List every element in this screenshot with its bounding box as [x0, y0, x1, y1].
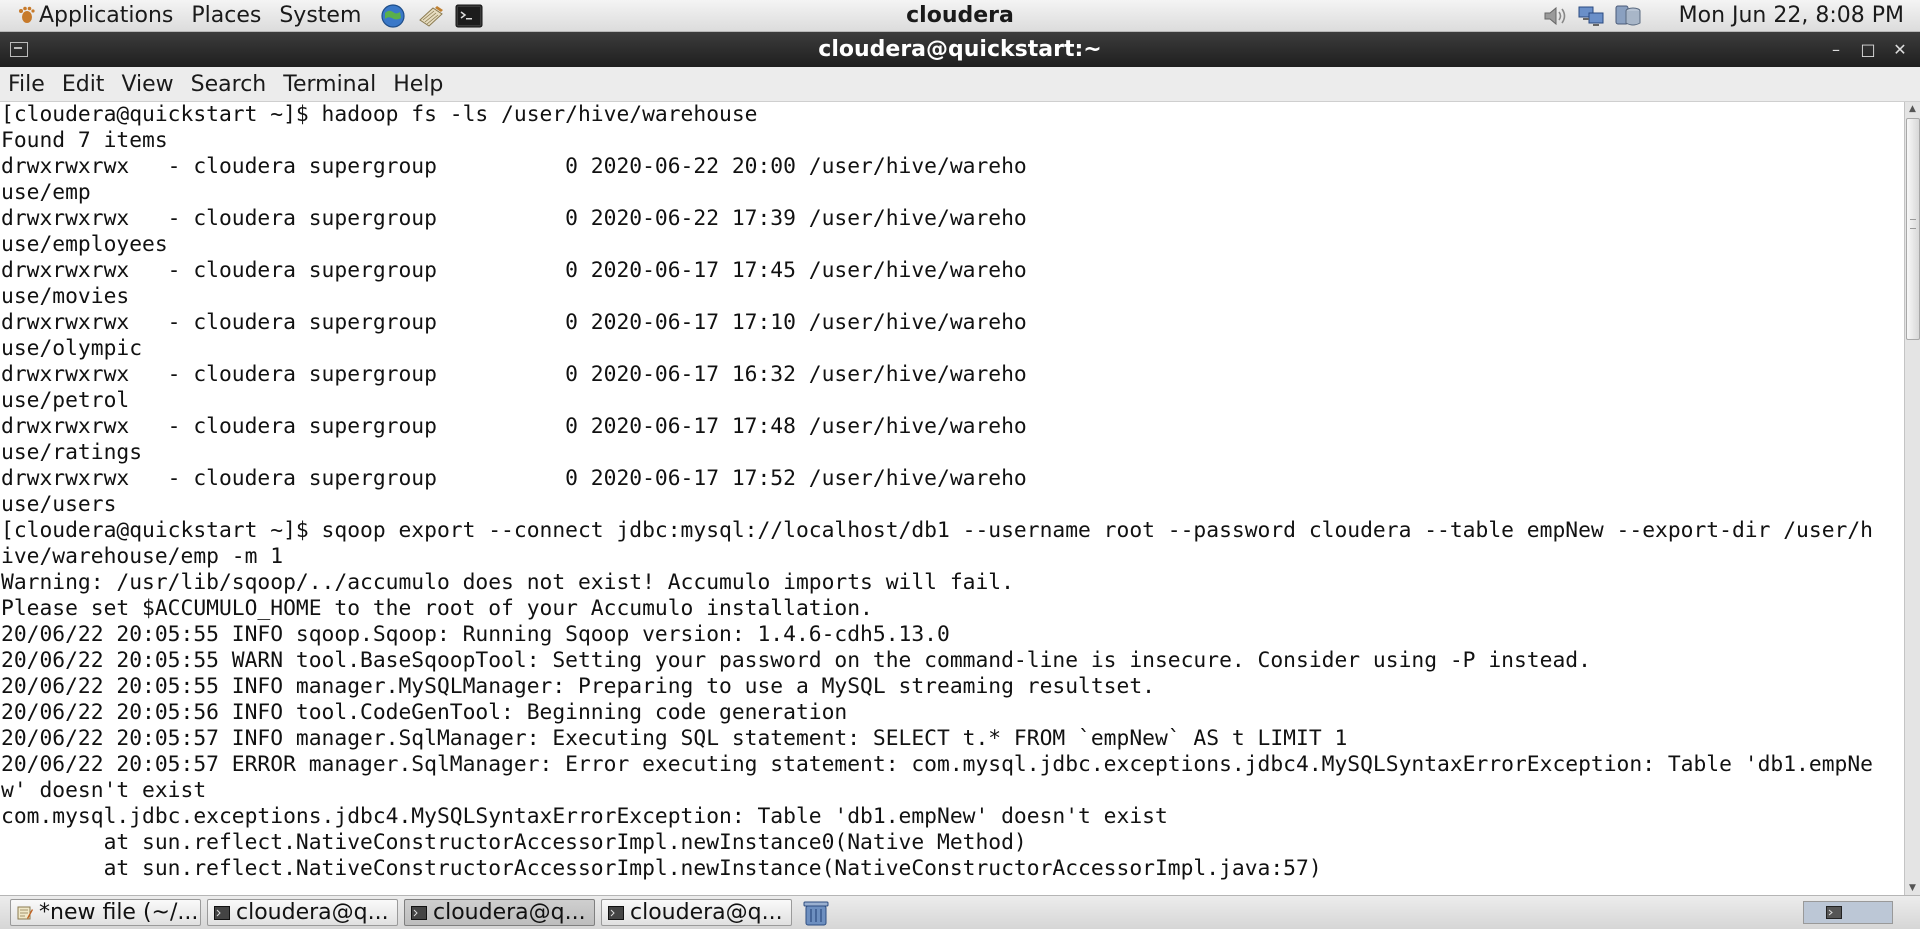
applications-menu[interactable]: Applications: [8, 0, 182, 31]
menu-edit[interactable]: Edit: [54, 72, 114, 97]
network-status[interactable]: [1577, 3, 1607, 29]
terminal-menubar: File Edit View Search Terminal Help: [0, 67, 1920, 102]
text-editor-icon: [419, 5, 444, 27]
task-label: *new file (~/...: [39, 900, 199, 925]
network-icon: [1578, 6, 1604, 26]
menu-help[interactable]: Help: [385, 72, 452, 97]
text-editor-icon: [17, 906, 33, 919]
terminal-line: 20/06/22 20:05:55 INFO sqoop.Sqoop: Runn…: [1, 622, 950, 647]
web-browser-icon: [381, 3, 405, 28]
window-title: cloudera@quickstart:~: [818, 37, 1102, 62]
terminal-line: [cloudera@quickstart ~]$ sqoop export --…: [1, 518, 1873, 543]
terminal-scrollbar[interactable]: ▲ ▼: [1904, 102, 1920, 895]
menu-terminal[interactable]: Terminal: [275, 72, 385, 97]
volume-icon: [1544, 6, 1565, 25]
terminal-line: 20/06/22 20:05:55 WARN tool.BaseSqoopToo…: [1, 648, 1591, 673]
panel-menus: Applications Places System: [8, 0, 484, 31]
terminal-line: use/petrol: [1, 388, 130, 413]
terminal-line: Warning: /usr/lib/sqoop/../accumulo does…: [1, 570, 1014, 595]
task-label: cloudera@q...: [630, 900, 783, 925]
terminal-line: ive/warehouse/emp -m 1: [1, 544, 284, 569]
top-panel: Applications Places System cloudera Mon …: [0, 0, 1920, 32]
places-menu[interactable]: Places: [182, 0, 270, 31]
terminal-line: com.mysql.jdbc.exceptions.jdbc4.MySQLSyn…: [1, 804, 1168, 829]
gnome-foot-icon: [19, 6, 35, 23]
terminal-line: Found 7 items: [1, 128, 168, 153]
terminal-line: 20/06/22 20:05:55 INFO manager.MySQLMana…: [1, 674, 1155, 699]
task-button-terminal-2[interactable]: cloudera@q...: [404, 899, 595, 926]
bottom-taskbar: *new file (~/... cloudera@q... cloudera@…: [0, 895, 1920, 929]
terminal-line: drwxrwxrwx - cloudera supergroup 0 2020-…: [1, 154, 1027, 179]
web-browser-launcher[interactable]: [378, 3, 408, 29]
task-button-terminal-3[interactable]: cloudera@q...: [601, 899, 792, 926]
terminal-line: drwxrwxrwx - cloudera supergroup 0 2020-…: [1, 414, 1027, 439]
terminal-line: 20/06/22 20:05:57 INFO manager.SqlManage…: [1, 726, 1348, 751]
terminal-line: 20/06/22 20:05:56 INFO tool.CodeGenTool:…: [1, 700, 848, 725]
terminal-launcher[interactable]: [454, 3, 484, 29]
task-label: cloudera@q...: [236, 900, 389, 925]
menu-file[interactable]: File: [0, 72, 54, 97]
close-button[interactable]: ✕: [1885, 32, 1915, 67]
menu-view[interactable]: View: [113, 72, 182, 97]
task-button-editor[interactable]: *new file (~/...: [10, 899, 201, 926]
terminal-line: use/movies: [1, 284, 130, 309]
volume-control[interactable]: [1541, 3, 1571, 29]
minimize-button[interactable]: –: [1821, 32, 1851, 67]
window-titlebar[interactable]: cloudera@quickstart:~ – □ ✕: [0, 32, 1920, 67]
terminal-line: drwxrwxrwx - cloudera supergroup 0 2020-…: [1, 362, 1027, 387]
terminal-line: drwxrwxrwx - cloudera supergroup 0 2020-…: [1, 258, 1027, 283]
terminal-icon: [214, 905, 230, 920]
terminal-icon: [411, 905, 427, 920]
terminal-icon: [1826, 906, 1842, 919]
maximize-button[interactable]: □: [1853, 32, 1883, 67]
update-manager-icon: [1615, 5, 1641, 25]
terminal-line: use/employees: [1, 232, 168, 257]
terminal-line: use/ratings: [1, 440, 143, 465]
panel-tray: Mon Jun 22, 8:08 PM: [1535, 0, 1920, 31]
scrollbar-thumb[interactable]: [1906, 118, 1920, 340]
terminal-line: Please set $ACCUMULO_HOME to the root of…: [1, 596, 873, 621]
terminal-line: at sun.reflect.NativeConstructorAccessor…: [1, 830, 1027, 855]
terminal-line: use/emp: [1, 180, 91, 205]
scroll-down-arrow-icon[interactable]: ▼: [1905, 881, 1920, 895]
applications-menu-label: Applications: [39, 3, 174, 28]
terminal-line: use/olympic: [1, 336, 143, 361]
update-manager[interactable]: [1613, 3, 1643, 29]
terminal-line: drwxrwxrwx - cloudera supergroup 0 2020-…: [1, 466, 1027, 491]
terminal-line: w' doesn't exist: [1, 778, 207, 803]
menu-search[interactable]: Search: [183, 72, 276, 97]
trash-icon[interactable]: [800, 899, 832, 927]
terminal-lines: [cloudera@quickstart ~]$ hadoop fs -ls /…: [0, 102, 1904, 882]
terminal-line: use/users: [1, 492, 117, 517]
terminal-line: 20/06/22 20:05:57 ERROR manager.SqlManag…: [1, 752, 1873, 777]
terminal-output[interactable]: [cloudera@quickstart ~]$ hadoop fs -ls /…: [0, 102, 1904, 895]
panel-clock[interactable]: Mon Jun 22, 8:08 PM: [1679, 3, 1904, 28]
workspace-switcher[interactable]: [1803, 901, 1893, 924]
terminal-icon: [608, 905, 624, 920]
task-label: cloudera@q...: [433, 900, 586, 925]
task-button-terminal-1[interactable]: cloudera@q...: [207, 899, 398, 926]
system-menu[interactable]: System: [270, 0, 370, 31]
terminal-launcher-icon: [455, 4, 483, 27]
terminal-line: drwxrwxrwx - cloudera supergroup 0 2020-…: [1, 310, 1027, 335]
text-editor-launcher[interactable]: [416, 3, 446, 29]
terminal-line: at sun.reflect.NativeConstructorAccessor…: [1, 856, 1322, 881]
scroll-up-arrow-icon[interactable]: ▲: [1905, 102, 1920, 116]
terminal-line: drwxrwxrwx - cloudera supergroup 0 2020-…: [1, 206, 1027, 231]
terminal-line: [cloudera@quickstart ~]$ hadoop fs -ls /…: [1, 102, 758, 127]
